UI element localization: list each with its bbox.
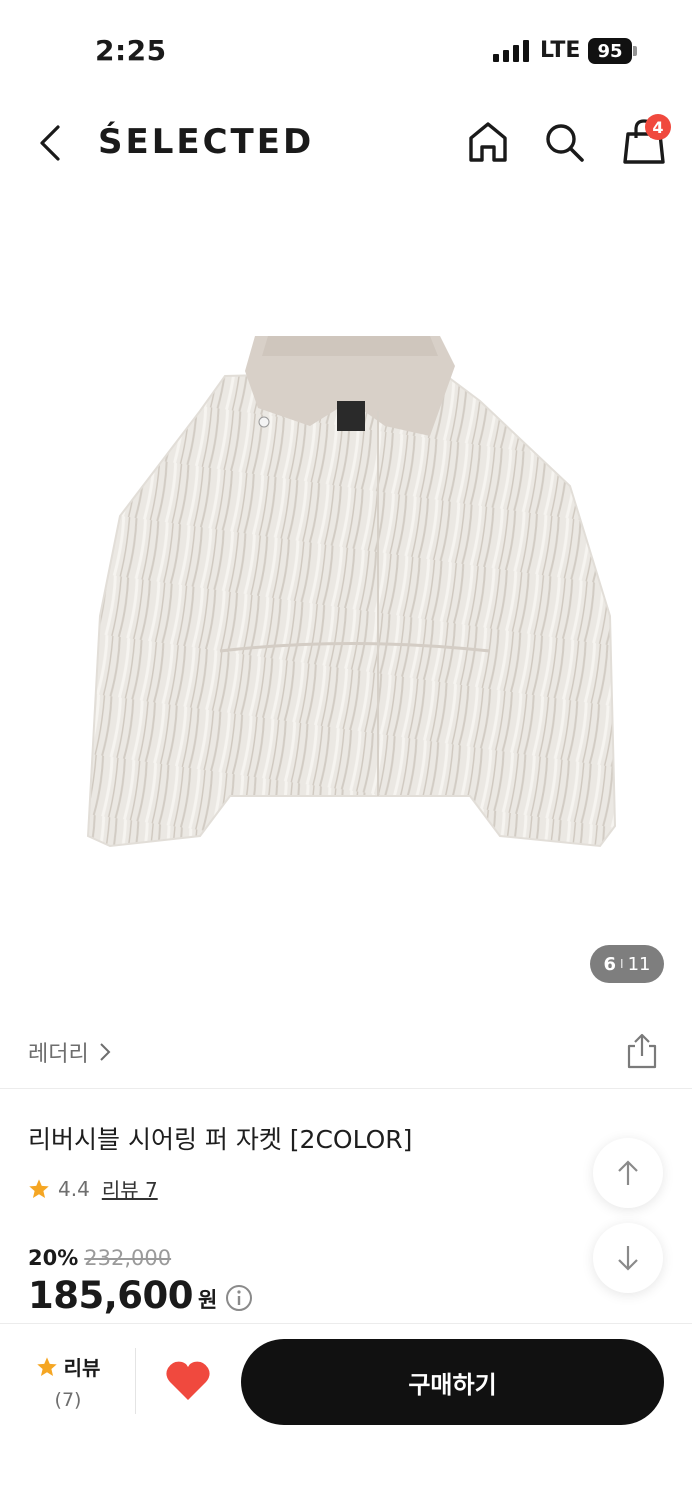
section-divider xyxy=(0,1088,692,1089)
battery-nub xyxy=(633,46,637,56)
home-icon[interactable] xyxy=(466,118,510,166)
original-price: 232,000 xyxy=(84,1246,172,1270)
star-icon xyxy=(29,1178,49,1198)
scroll-down-button[interactable] xyxy=(593,1223,663,1293)
battery-indicator: 95 xyxy=(588,38,632,64)
image-counter-separator: I xyxy=(620,957,624,971)
scroll-up-button[interactable] xyxy=(593,1138,663,1208)
review-tab-header: 리뷰 xyxy=(36,1352,101,1381)
review-link[interactable]: 리뷰 7 xyxy=(102,1174,158,1203)
rating-score: 4.4 xyxy=(58,1176,90,1201)
status-time: 2:25 xyxy=(95,34,167,67)
fur-jacket-illustration xyxy=(86,336,617,848)
arrow-up-icon xyxy=(618,1160,638,1185)
search-icon[interactable] xyxy=(542,118,586,166)
discount-rate: 20% xyxy=(28,1246,79,1270)
product-title: 리버시블 시어링 퍼 자켓 [2COLOR] xyxy=(28,1125,413,1154)
product-image[interactable] xyxy=(0,196,692,1006)
review-tab[interactable]: 리뷰 (7) xyxy=(28,1352,108,1414)
info-icon[interactable] xyxy=(225,1284,253,1312)
signal-icon xyxy=(493,40,529,62)
image-counter-current: 6 xyxy=(603,953,617,975)
network-type: LTE xyxy=(540,38,581,63)
discount-row: 20% 232,000 xyxy=(28,1246,171,1270)
image-counter: 6 I 11 xyxy=(590,945,664,983)
arrow-down-icon xyxy=(618,1246,638,1271)
heart-icon[interactable] xyxy=(164,1358,212,1404)
image-counter-total: 11 xyxy=(627,953,651,975)
buy-button[interactable]: 구매하기 xyxy=(241,1339,664,1425)
brand-link[interactable]: 레더리 xyxy=(28,1036,111,1068)
brand-name: 레더리 xyxy=(28,1042,89,1067)
star-icon xyxy=(36,1356,57,1376)
cart-count-badge: 4 xyxy=(645,114,671,140)
back-icon xyxy=(40,125,60,161)
back-button[interactable] xyxy=(28,118,72,168)
review-tab-label: 리뷰 xyxy=(63,1356,101,1380)
price-row: 185,600 원 xyxy=(28,1274,253,1317)
chevron-right-icon xyxy=(100,1043,111,1061)
rating-row: 4.4 리뷰 7 xyxy=(28,1174,158,1203)
review-tab-count: (7) xyxy=(54,1389,82,1411)
brand-logo[interactable]: ŚELECTED xyxy=(98,118,314,166)
sale-price: 185,600 xyxy=(28,1274,194,1317)
share-icon[interactable] xyxy=(624,1032,660,1070)
bar-divider xyxy=(135,1348,136,1414)
currency-label: 원 xyxy=(198,1287,218,1312)
